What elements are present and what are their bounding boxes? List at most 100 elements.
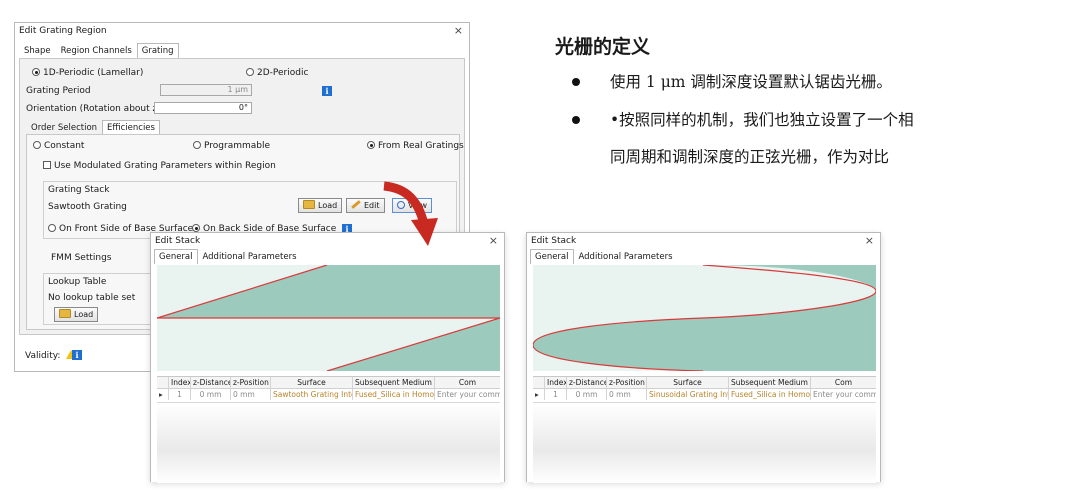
cell-subsequent-medium[interactable]: Fused_Silica in Homog xyxy=(729,389,811,400)
arrow-head xyxy=(411,218,438,246)
option-constant[interactable]: Constant xyxy=(33,141,84,151)
row-selector-icon[interactable]: ▸ xyxy=(157,389,169,400)
note-bullet-2-line-1: •按照同样的机制，我们也独立设置了一个相 xyxy=(610,111,914,129)
validity-label: Validity: xyxy=(25,351,61,361)
title-bar: Edit Stack × xyxy=(151,233,504,249)
stack-table: Index z-Distance z-Position Surface Subs… xyxy=(533,376,876,403)
sawtooth-profile-view xyxy=(157,265,500,371)
dialog-title: Edit Grating Region xyxy=(19,26,107,36)
table-header-row: Index z-Distance z-Position Surface Subs… xyxy=(533,377,876,389)
option-2d-periodic[interactable]: 2D-Periodic xyxy=(246,68,308,78)
table-header: Subsequent Medium xyxy=(353,377,435,388)
grating-stack-label: Grating Stack xyxy=(48,185,110,195)
dialog-title: Edit Stack xyxy=(531,236,577,246)
tab-grating[interactable]: Grating xyxy=(136,43,179,58)
sawtooth-grating-label: Sawtooth Grating xyxy=(48,202,127,212)
table-header: z-Distance xyxy=(569,377,607,388)
radio-icon xyxy=(192,224,200,232)
table-header xyxy=(157,377,169,388)
option-from-real-gratings[interactable]: From Real Gratings xyxy=(367,141,464,151)
arrow-shaft xyxy=(383,181,429,226)
table-header: Subsequent Medium xyxy=(729,377,811,388)
edit-label: Edit xyxy=(364,201,380,210)
note-bullet-2-line-2: 同周期和调制深度的正弦光栅，作为对比 xyxy=(610,148,890,166)
load-label: Load xyxy=(74,310,94,319)
lookup-load-button[interactable]: Load xyxy=(54,307,99,322)
label-1d-periodic: 1D-Periodic (Lamellar) xyxy=(43,68,144,78)
close-icon[interactable]: × xyxy=(865,234,874,247)
sub-tabs: Order Selection Efficiencies xyxy=(26,120,160,135)
main-tabs: Shape Region Channels Grating xyxy=(19,43,179,58)
tab-additional-parameters[interactable]: Additional Parameters xyxy=(574,249,678,264)
use-modulated-checkbox[interactable]: Use Modulated Grating Parameters within … xyxy=(43,161,276,171)
table-header: Surface xyxy=(647,377,729,388)
label-2d-periodic: 2D-Periodic xyxy=(257,68,309,78)
tab-order-selection[interactable]: Order Selection xyxy=(26,120,102,135)
table-header: Com xyxy=(458,378,477,387)
no-lookup-label: No lookup table set xyxy=(48,293,136,303)
close-icon[interactable]: × xyxy=(454,24,463,37)
cell-z-position: 0 mm xyxy=(607,389,647,400)
sinusoidal-profile-view xyxy=(533,265,876,371)
tab-additional-parameters[interactable]: Additional Parameters xyxy=(198,249,302,264)
radio-icon xyxy=(32,68,40,76)
reflection-fade xyxy=(157,403,500,483)
tab-shape[interactable]: Shape xyxy=(19,43,56,58)
tab-general[interactable]: General xyxy=(530,249,574,264)
orientation-field[interactable]: 0° xyxy=(154,102,252,114)
title-bar: Edit Grating Region × xyxy=(15,23,469,39)
table-header: Com xyxy=(834,378,853,387)
label-programmable: Programmable xyxy=(204,141,271,151)
dialog-title: Edit Stack xyxy=(155,236,201,246)
bullet-dot xyxy=(572,116,580,124)
tab-region-channels[interactable]: Region Channels xyxy=(56,43,137,58)
table-header: Index xyxy=(547,377,567,388)
stack-tabs: General Additional Parameters xyxy=(530,249,678,264)
pencil-icon xyxy=(351,200,361,209)
checkbox-icon xyxy=(43,161,51,169)
table-header: Index xyxy=(171,377,191,388)
note-bullet-1: 使用 1 μm 调制深度设置默认锯齿光栅。 xyxy=(610,73,892,91)
table-header: Surface xyxy=(271,377,353,388)
table-header: z-Distance xyxy=(193,377,231,388)
radio-icon xyxy=(48,224,56,232)
grating-period-field[interactable]: 1 µm xyxy=(160,84,252,96)
reflection-fade xyxy=(533,403,876,483)
table-header: z-Position xyxy=(231,377,271,388)
option-1d-periodic[interactable]: 1D-Periodic (Lamellar) xyxy=(32,68,143,78)
table-row[interactable]: ▸ 1 0 mm 0 mm Sinusoidal Grating Inte Fu… xyxy=(533,389,876,400)
cell-index: 1 xyxy=(545,389,567,400)
cell-index: 1 xyxy=(169,389,191,400)
cell-z-distance[interactable]: 0 mm xyxy=(191,389,231,400)
grating-period-label: Grating Period xyxy=(26,86,91,96)
tab-general[interactable]: General xyxy=(154,249,198,264)
tab-efficiencies[interactable]: Efficiencies xyxy=(102,120,160,135)
lookup-table-label: Lookup Table xyxy=(48,277,107,287)
option-programmable[interactable]: Programmable xyxy=(193,141,270,151)
stack-table: Index z-Distance z-Position Surface Subs… xyxy=(157,376,500,403)
cell-comment[interactable]: Enter your commen xyxy=(435,389,500,400)
edit-stack-button[interactable]: Edit xyxy=(346,198,385,213)
cell-subsequent-medium[interactable]: Fused_Silica in Homog xyxy=(353,389,435,400)
radio-icon xyxy=(246,68,254,76)
table-header xyxy=(533,377,545,388)
row-selector-icon[interactable]: ▸ xyxy=(533,389,545,400)
table-header: z-Position xyxy=(607,377,647,388)
cell-comment[interactable]: Enter your commen xyxy=(811,389,876,400)
bullet-dot xyxy=(572,78,580,86)
cell-surface[interactable]: Sawtooth Grating Inte xyxy=(271,389,353,400)
stack-tabs: General Additional Parameters xyxy=(154,249,302,264)
red-arrow-icon xyxy=(383,181,438,246)
edit-stack-dialog-sawtooth: Edit Stack × General Additional Paramete… xyxy=(150,232,505,483)
radio-icon xyxy=(367,141,375,149)
info-icon[interactable]: i xyxy=(322,86,332,96)
cell-z-distance[interactable]: 0 mm xyxy=(567,389,607,400)
table-row[interactable]: ▸ 1 0 mm 0 mm Sawtooth Grating Inte Fuse… xyxy=(157,389,500,400)
close-icon[interactable]: × xyxy=(489,234,498,247)
table-header-row: Index z-Distance z-Position Surface Subs… xyxy=(157,377,500,389)
title-bar: Edit Stack × xyxy=(527,233,880,249)
cell-surface[interactable]: Sinusoidal Grating Inte xyxy=(647,389,729,400)
validity-row: Validity: xyxy=(25,350,77,361)
info-icon[interactable]: i xyxy=(72,350,82,360)
load-stack-button[interactable]: Load xyxy=(298,198,343,213)
